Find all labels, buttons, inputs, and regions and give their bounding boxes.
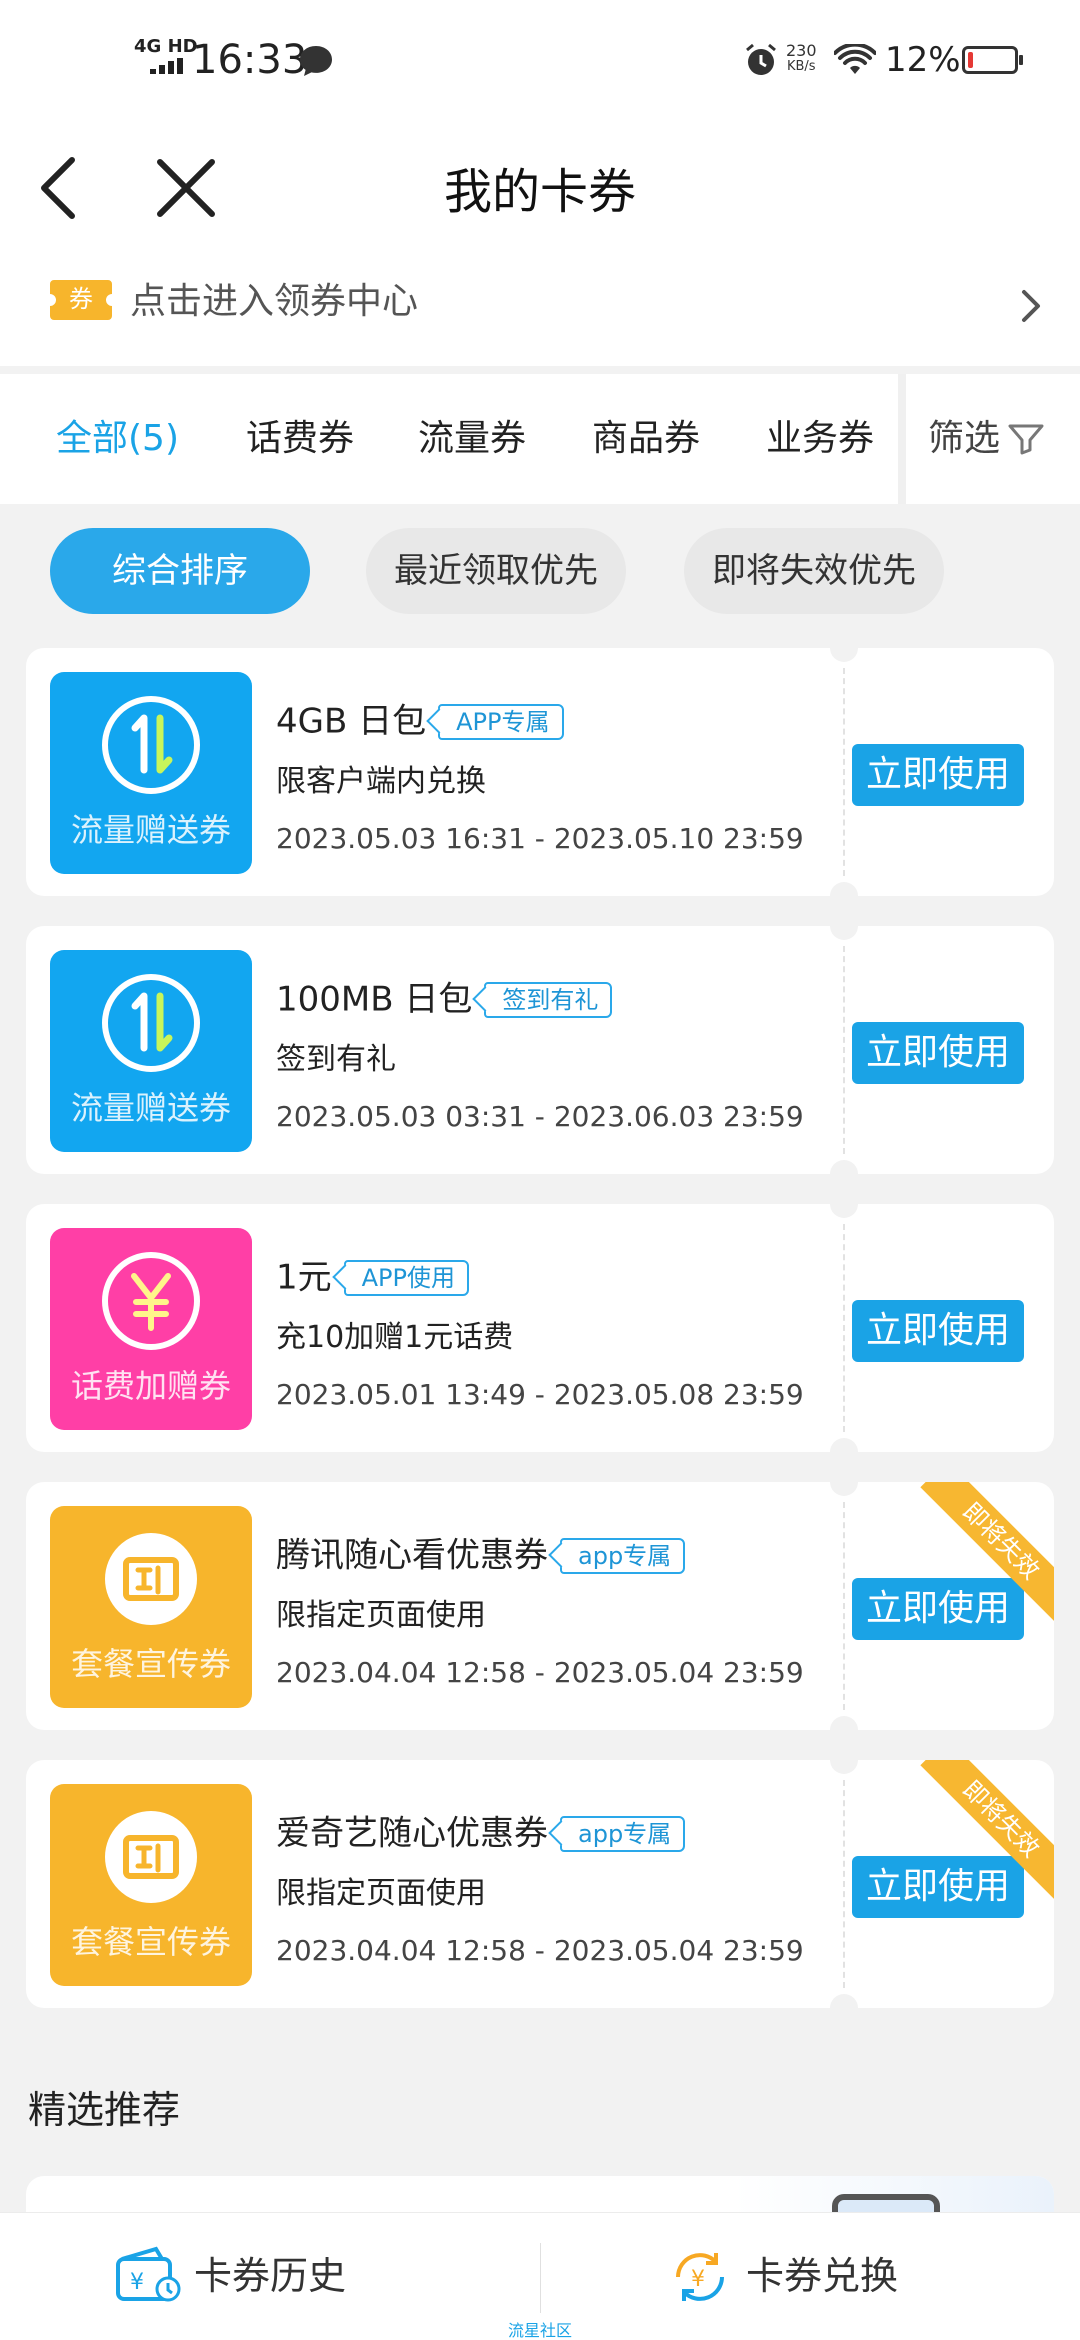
ticket-icon [105,1811,197,1903]
coupon-history-button[interactable]: ¥ 卡券历史 [112,2241,412,2311]
wifi-icon [834,44,876,74]
svg-text:¥: ¥ [130,2270,144,2295]
coupon-date: 2023.04.04 12:58 - 2023.05.04 23:59 [276,1934,804,1967]
coupon-card[interactable]: 套餐宣传券 爱奇艺随心优惠券 app专属 限指定页面使用 2023.04.04 1… [26,1760,1054,2008]
watermark-caption: 流星社区 [507,2321,572,2340]
filter-icon[interactable] [1006,420,1046,456]
coupon-title: 1元 APP使用 [276,1254,470,1300]
coupon-desc: 限指定页面使用 [276,1876,486,1911]
coupon-tag: app专属 [560,1537,686,1574]
tab-all[interactable]: 全部(5) [56,416,179,462]
sort-chip-default[interactable]: 综合排序 [50,528,310,614]
coupon-date: 2023.05.01 13:49 - 2023.05.08 23:59 [276,1378,804,1411]
battery-percent: 12% [885,40,961,80]
net-speed: 230 KB/s [786,42,817,74]
coupon-desc: 充10加赠1元话费 [276,1320,514,1355]
coupon-title: 100MB 日包 签到有礼 [276,976,613,1022]
coupon-title: 4GB 日包 APP专属 [276,698,564,744]
use-now-button[interactable]: 立即使用 [852,744,1024,806]
coupon-card[interactable]: 流量赠送券 100MB 日包 签到有礼 签到有礼 2023.05.03 03:31… [26,926,1054,1174]
coupon-tag: APP使用 [343,1259,470,1296]
alarm-icon [746,43,776,75]
tab-divider [898,374,906,504]
header: 我的卡券 [0,120,1080,260]
coupon-name: 1元 [276,1257,332,1298]
ticket-icon-label: 券 [69,285,93,313]
net-speed-value: 230 [786,41,817,60]
sort-chip-expiring[interactable]: 即将失效优先 [684,528,944,614]
coupon-thumb: 流量赠送券 [50,950,252,1152]
svg-text:¥: ¥ [691,2267,705,2292]
bottom-bar-divider [540,2243,541,2313]
coupon-thumb-label: 套餐宣传券 [70,1923,231,1961]
exchange-icon: ¥ [676,2253,724,2301]
ticket-icon [105,1533,197,1625]
coupon-card[interactable]: 流量赠送券 4GB 日包 APP专属 限客户端内兑换 2023.05.03 16:… [26,648,1054,896]
tab-goods[interactable]: 商品券 [592,416,700,462]
bottom-bar: ¥ 卡券历史 ¥ 卡券兑换 流星社区 [0,2212,1080,2340]
signal-icon [150,58,186,74]
coupon-card[interactable]: 套餐宣传券 腾讯随心看优惠券 app专属 限指定页面使用 2023.04.04 1… [26,1482,1054,1730]
coupon-tag: APP专属 [438,703,564,740]
coupon-tag: 签到有礼 [484,981,613,1018]
yuan-icon [102,1252,200,1350]
coupon-ticket-icon: 券 [48,278,114,322]
sort-chip-recent[interactable]: 最近领取优先 [366,528,626,614]
coupon-date: 2023.05.03 16:31 - 2023.05.10 23:59 [276,822,804,855]
coupon-thumb-label: 套餐宣传券 [70,1645,231,1683]
use-now-button[interactable]: 立即使用 [852,1856,1024,1918]
tab-data[interactable]: 流量券 [418,416,526,462]
filter-button[interactable]: 筛选 [928,416,1000,462]
coupon-date: 2023.05.03 03:31 - 2023.06.03 23:59 [276,1100,804,1133]
coupon-exchange-label: 卡券兑换 [746,2254,899,2298]
coupon-thumb-label: 流量赠送券 [70,1089,231,1127]
coupon-title: 腾讯随心看优惠券 app专属 [276,1532,686,1578]
data-transfer-icon [102,696,200,794]
data-transfer-icon [102,974,200,1072]
chevron-right-icon [1022,290,1040,322]
wallet-clock-icon: ¥ [116,2246,181,2302]
status-bar: 4G HD 16:33 230 KB/s 12% [0,0,1080,120]
coupon-name: 4GB 日包 [276,701,427,742]
coupon-thumb: 话费加赠券 [50,1228,252,1430]
banner-text: 点击进入领券中心 [130,281,419,322]
clock: 16:33 [192,37,308,83]
coupon-thumb-label: 话费加赠券 [70,1367,231,1405]
network-type: 4G HD [134,36,198,57]
coupon-tag: app专属 [560,1815,686,1852]
coupon-date: 2023.04.04 12:58 - 2023.05.04 23:59 [276,1656,804,1689]
net-speed-unit: KB/s [786,59,816,74]
coupon-title: 爱奇艺随心优惠券 app专属 [276,1810,686,1856]
tab-service[interactable]: 业务券 [766,416,874,462]
coupon-thumb-label: 流量赠送券 [70,811,231,849]
coupon-name: 腾讯随心看优惠券 [276,1535,548,1576]
coupon-desc: 限客户端内兑换 [276,764,486,799]
use-now-button[interactable]: 立即使用 [852,1578,1024,1640]
tab-phone-bill[interactable]: 话费券 [246,416,354,462]
coupon-name: 爱奇艺随心优惠券 [276,1813,548,1854]
coupon-name: 100MB 日包 [276,979,473,1020]
category-tabs: 全部(5) 话费券 流量券 商品券 业务券 筛选 [0,374,1080,504]
use-now-button[interactable]: 立即使用 [852,1022,1024,1084]
coupon-center-banner[interactable]: 券 点击进入领券中心 [0,260,1080,366]
coupon-thumb: 套餐宣传券 [50,1784,252,1986]
page-title: 我的卡券 [443,164,636,220]
coupon-desc: 签到有礼 [276,1042,396,1077]
coupon-card[interactable]: 话费加赠券 1元 APP使用 充10加赠1元话费 2023.05.01 13:49… [26,1204,1054,1452]
coupon-thumb: 套餐宣传券 [50,1506,252,1708]
coupon-exchange-button[interactable]: ¥ 卡券兑换 [664,2241,964,2311]
coupon-desc: 限指定页面使用 [276,1598,486,1633]
coupon-thumb: 流量赠送券 [50,672,252,874]
battery-icon [962,46,1023,74]
coupon-history-label: 卡券历史 [194,2254,347,2298]
chat-bubble-icon [300,46,332,76]
recommend-section-title: 精选推荐 [28,2088,181,2132]
use-now-button[interactable]: 立即使用 [852,1300,1024,1362]
